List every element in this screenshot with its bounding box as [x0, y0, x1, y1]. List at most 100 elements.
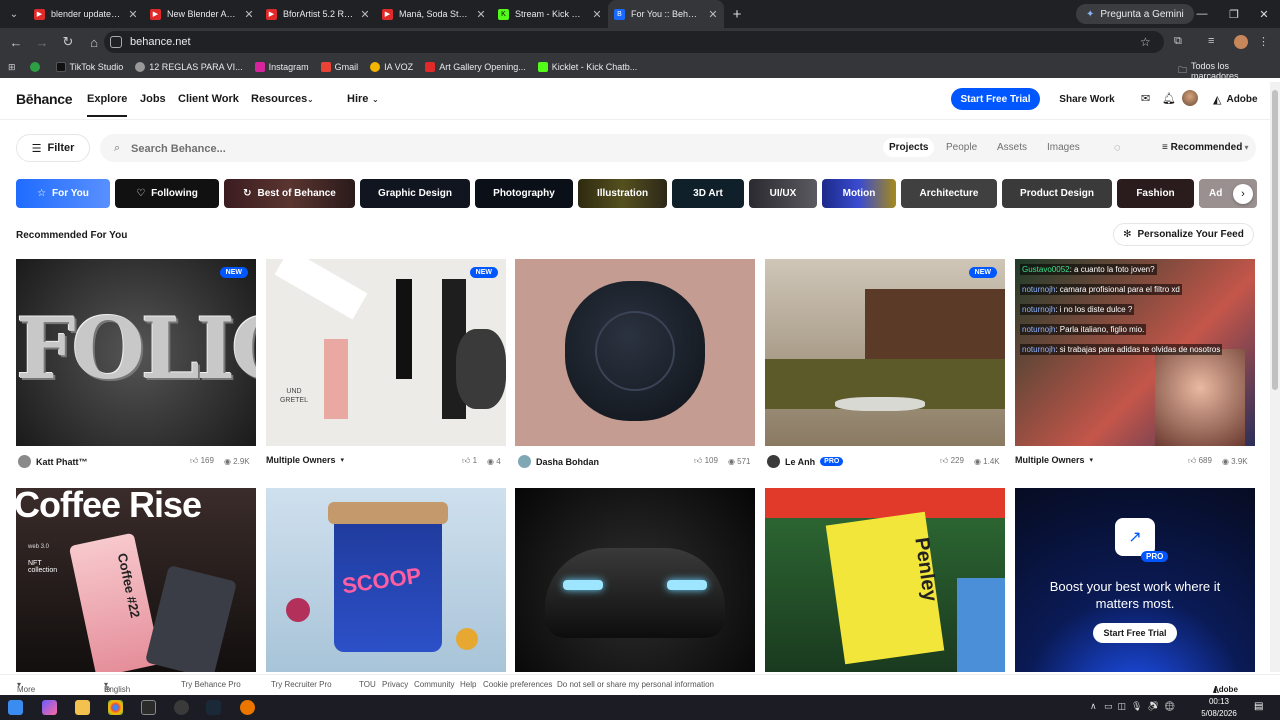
reading-list-icon[interactable]: ≡: [1208, 35, 1214, 47]
search-bar[interactable]: [100, 134, 1256, 162]
project-thumbnail[interactable]: NEW: [765, 259, 1005, 446]
close-tab-icon[interactable]: ✕: [592, 8, 602, 21]
menu-dots-icon[interactable]: ⋮: [1258, 35, 1269, 48]
blender-icon[interactable]: [240, 700, 255, 715]
category-for-you[interactable]: ☆ For You: [16, 179, 110, 208]
close-tab-icon[interactable]: ✕: [128, 8, 138, 21]
minimize-icon[interactable]: —: [1186, 0, 1218, 28]
behance-logo[interactable]: Bēhance: [16, 91, 73, 107]
bookmark-item[interactable]: Kicklet - Kick Chatb...: [537, 62, 637, 72]
nav-explore[interactable]: Explore: [87, 93, 128, 117]
footer-link[interactable]: TOU: [359, 680, 376, 689]
mail-icon[interactable]: ✉: [1141, 92, 1150, 105]
browser-tab[interactable]: ▶ BforArtist 5.2 Relea ✕: [260, 0, 376, 28]
browser-tab[interactable]: ▶ New Blender Addon ✕: [144, 0, 260, 28]
category-architecture[interactable]: Architecture: [901, 179, 997, 208]
promo-start-trial-button[interactable]: Start Free Trial: [1093, 623, 1177, 643]
extensions-icon[interactable]: ⧉: [1174, 35, 1182, 48]
browser-tab[interactable]: ▶ blender update - Yo ✕: [28, 0, 144, 28]
apps-grid-icon[interactable]: ⊞: [8, 62, 16, 73]
owner-info[interactable]: Le Anh PRO: [767, 455, 844, 468]
windows-start-icon[interactable]: [8, 700, 23, 715]
category-photography[interactable]: Photography: [475, 179, 573, 208]
project-thumbnail[interactable]: Coffee Rise web 3.0 NFT collection Coffe…: [16, 488, 256, 672]
start-free-trial-button[interactable]: Start Free Trial: [951, 88, 1040, 110]
project-thumbnail[interactable]: Penley: [765, 488, 1005, 672]
filter-button[interactable]: ☰ Filter: [16, 134, 90, 162]
file-explorer-icon[interactable]: [75, 700, 90, 715]
bookmark-item[interactable]: 12 REGLAS PARA VI...: [135, 62, 243, 72]
site-info-icon[interactable]: [110, 36, 122, 48]
chevron-right-icon[interactable]: ›: [1233, 184, 1253, 204]
bookmark-item[interactable]: Instagram: [254, 62, 309, 72]
bookmark-item[interactable]: [29, 62, 44, 72]
pro-promo-card[interactable]: ↗ PRO Boost your best work where it matt…: [1015, 488, 1255, 672]
footer-link[interactable]: Community: [414, 680, 454, 689]
bookmark-star-icon[interactable]: ☆: [1140, 35, 1151, 49]
category-following[interactable]: ♡ Following: [115, 179, 219, 208]
category-graphic-design[interactable]: Graphic Design: [360, 179, 470, 208]
category-ui-ux[interactable]: UI/UX: [749, 179, 817, 208]
footer-link[interactable]: Try Behance Pro: [181, 680, 241, 689]
category-best-of-behance[interactable]: ↻ Best of Behance: [224, 179, 355, 208]
adobe-logo[interactable]: ◭ Adobe: [1213, 93, 1258, 106]
search-tab-people[interactable]: People: [946, 142, 977, 153]
url-bar[interactable]: behance.net: [104, 31, 1164, 53]
chat-bubble-icon[interactable]: ◌: [1114, 142, 1121, 154]
search-input[interactable]: Search Behance...: [131, 143, 226, 155]
bookmark-item[interactable]: Gmail: [320, 62, 358, 72]
category-fashion[interactable]: Fashion: [1117, 179, 1194, 208]
chrome-icon[interactable]: [108, 700, 123, 715]
bell-icon[interactable]: 🔔︎: [1162, 92, 1176, 105]
system-tray-icons[interactable]: ▭◫🎙︎🔊︎🌐︎: [1104, 701, 1180, 712]
all-bookmarks-folder[interactable]: 🗀 Todos los marcadores: [1178, 61, 1268, 81]
back-icon[interactable]: ←: [4, 30, 28, 54]
category-motion[interactable]: Motion: [822, 179, 896, 208]
owner-info[interactable]: Multiple Owners ▾: [266, 455, 344, 465]
close-tab-icon[interactable]: ✕: [360, 8, 370, 21]
sort-dropdown[interactable]: ≡ Recommended ▾: [1162, 142, 1249, 153]
profile-avatar[interactable]: [1234, 35, 1248, 49]
footer-link[interactable]: Privacy: [382, 680, 408, 689]
close-tab-icon[interactable]: ✕: [708, 8, 718, 21]
app-icon[interactable]: [141, 700, 156, 715]
notifications-icon[interactable]: ▤: [1254, 701, 1263, 712]
search-tab-projects[interactable]: Projects: [883, 138, 935, 157]
clock-date[interactable]: 5/08/2026: [1194, 709, 1244, 718]
category-illustration[interactable]: Illustration: [578, 179, 667, 208]
close-window-icon[interactable]: ✕: [1248, 0, 1280, 28]
search-tab-assets[interactable]: Assets: [997, 142, 1027, 153]
bookmark-item[interactable]: Art Gallery Opening...: [425, 62, 526, 72]
forward-icon[interactable]: →: [30, 30, 54, 54]
user-avatar[interactable]: [1182, 90, 1198, 106]
owner-info[interactable]: Multiple Owners ▾: [1015, 455, 1093, 465]
category-3d-art[interactable]: 3D Art: [672, 179, 744, 208]
gemini-button[interactable]: ✦ Pregunta a Gemini: [1076, 4, 1194, 24]
clock-time[interactable]: 00:13: [1194, 697, 1244, 706]
bookmark-item[interactable]: IA VOZ: [370, 62, 413, 72]
project-thumbnail[interactable]: FOLIO NEW: [16, 259, 256, 446]
close-tab-icon[interactable]: ✕: [476, 8, 486, 21]
restore-icon[interactable]: ❐: [1218, 0, 1250, 28]
owner-info[interactable]: Dasha Bohdan: [518, 455, 599, 468]
home-icon[interactable]: ⌂: [82, 30, 106, 54]
share-work-button[interactable]: Share Work: [1050, 88, 1124, 110]
scrollbar-thumb[interactable]: [1272, 90, 1278, 390]
tray-chevron-icon[interactable]: ∧: [1090, 701, 1097, 712]
steam-icon[interactable]: [206, 700, 221, 715]
nav-resources[interactable]: Resources: [251, 93, 307, 105]
personalize-feed-button[interactable]: ✻ Personalize Your Feed: [1113, 223, 1254, 246]
footer-link[interactable]: Do not sell or share my personal informa…: [557, 680, 714, 689]
bookmark-item[interactable]: TikTok Studio: [55, 62, 123, 72]
browser-tab-active[interactable]: B For You :: Behance ✕: [608, 0, 724, 28]
browser-tab[interactable]: K Stream - Kick Dashb ✕: [492, 0, 608, 28]
obs-icon[interactable]: [174, 700, 189, 715]
search-tab-images[interactable]: Images: [1047, 142, 1080, 153]
footer-link[interactable]: Cookie preferences: [483, 680, 552, 689]
project-thumbnail[interactable]: [515, 488, 755, 672]
project-thumbnail[interactable]: [515, 259, 755, 446]
new-tab-icon[interactable]: +: [724, 6, 750, 23]
footer-more-behance[interactable]: More Behance ▾: [17, 680, 49, 703]
reload-icon[interactable]: ↻: [56, 30, 80, 54]
copilot-icon[interactable]: [42, 700, 57, 715]
